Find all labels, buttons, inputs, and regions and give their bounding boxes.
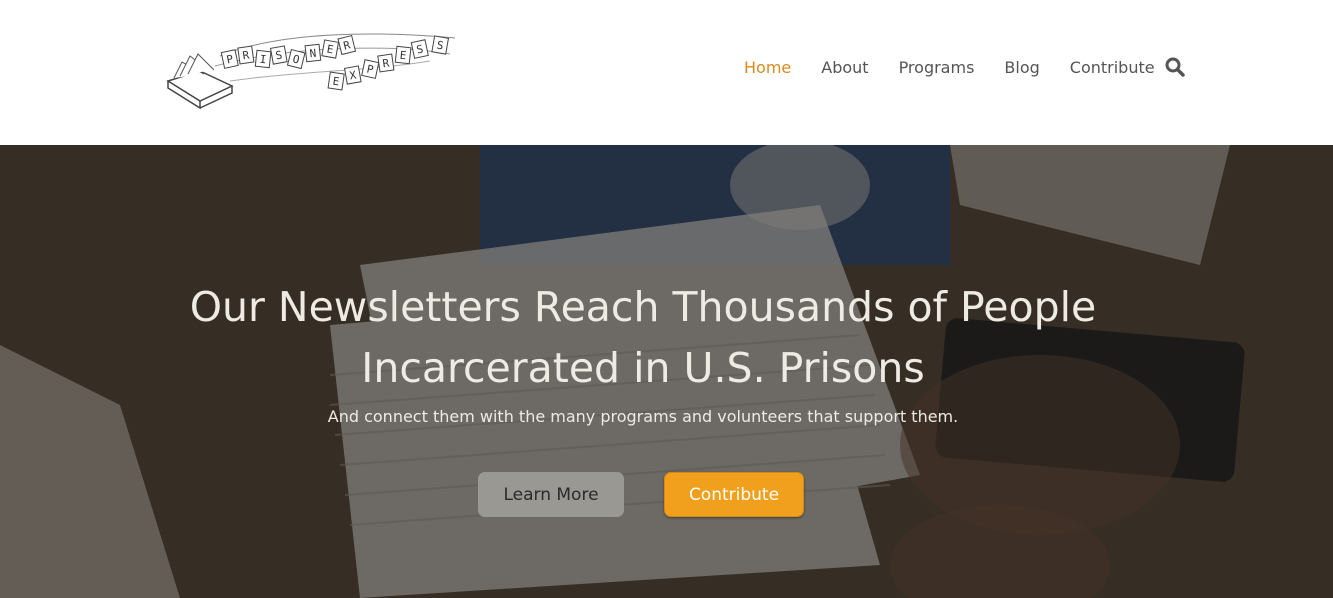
logo-letter: I: [259, 53, 267, 67]
hero-title-line2: Incarcerated in U.S. Prisons: [361, 344, 925, 392]
prisoner-express-logo[interactable]: P R I S O N E R E X P R E S S: [160, 26, 460, 116]
hero-banner: Our Newsletters Reach Thousands of Peopl…: [0, 145, 1333, 598]
hero-title: Our Newsletters Reach Thousands of Peopl…: [160, 277, 1126, 399]
hero-title-line1: Our Newsletters Reach Thousands of Peopl…: [189, 283, 1097, 331]
nav-item-home[interactable]: Home: [744, 58, 791, 77]
learn-more-button[interactable]: Learn More: [478, 472, 624, 517]
logo-letter: N: [309, 47, 317, 61]
site-header: P R I S O N E R E X P R E S S Home About…: [0, 0, 1333, 145]
nav-item-contribute[interactable]: Contribute: [1070, 58, 1155, 77]
nav-item-programs[interactable]: Programs: [899, 58, 975, 77]
main-nav: Home About Programs Blog Contribute: [744, 58, 1185, 77]
nav-item-about[interactable]: About: [821, 58, 868, 77]
contribute-button[interactable]: Contribute: [664, 472, 804, 517]
nav-item-blog[interactable]: Blog: [1004, 58, 1039, 77]
hero-subtitle: And connect them with the many programs …: [327, 407, 959, 426]
logo-letter: E: [399, 49, 407, 63]
search-icon[interactable]: [1164, 56, 1186, 78]
